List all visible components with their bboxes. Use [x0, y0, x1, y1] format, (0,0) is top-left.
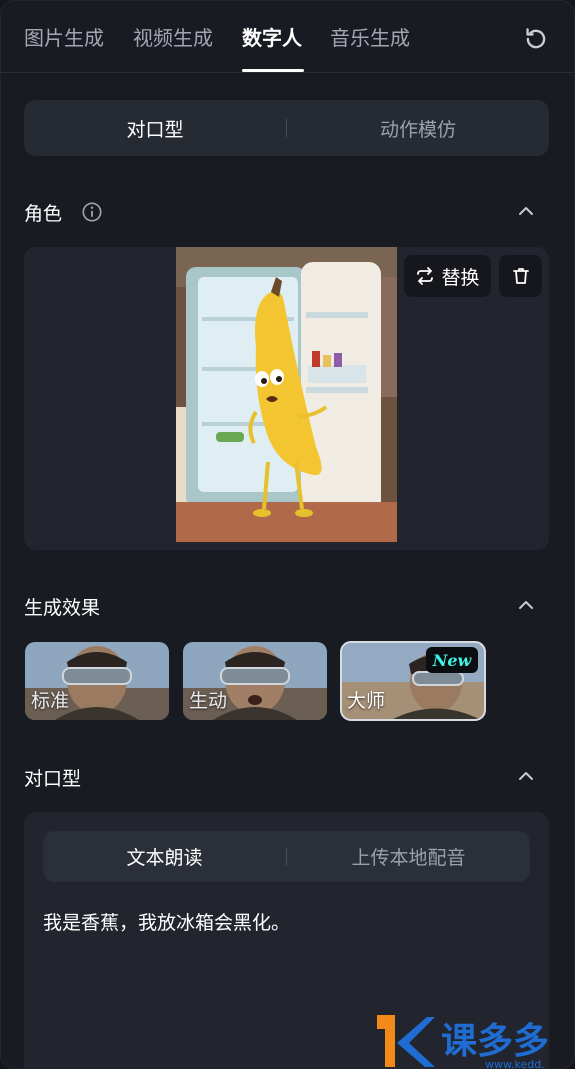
tab-image-generation[interactable]: 图片生成	[24, 23, 104, 53]
top-nav: 图片生成 视频生成 数字人 音乐生成	[1, 1, 574, 73]
chevron-up-icon[interactable]	[516, 595, 536, 615]
tab-video-generation[interactable]: 视频生成	[133, 23, 213, 53]
delete-button[interactable]	[499, 255, 542, 297]
effect-label: 生动	[189, 690, 228, 712]
mode-motion-imitation[interactable]: 动作模仿	[287, 100, 549, 156]
section-title-lipsync: 对口型	[24, 768, 82, 790]
tab-digital-human[interactable]: 数字人	[242, 23, 302, 53]
character-image	[176, 247, 397, 542]
lipsync-text-input[interactable]: 我是香蕉，我放冰箱会黑化。	[43, 908, 290, 935]
info-icon[interactable]	[81, 201, 103, 223]
effect-label: 标准	[31, 690, 70, 712]
effect-label: 大师	[347, 690, 386, 712]
tab-text-read[interactable]: 文本朗读	[43, 831, 286, 882]
new-badge: New	[426, 647, 478, 673]
mode-switch: 对口型 动作模仿	[24, 100, 549, 156]
section-title-character: 角色	[24, 203, 63, 225]
watermark-logo: 课多多 www.kedd.	[377, 1015, 549, 1069]
swap-icon	[417, 267, 434, 285]
watermark-url: www.kedd.	[485, 1058, 545, 1069]
effect-option-standard[interactable]: 标准	[25, 642, 169, 720]
refresh-icon[interactable]	[523, 26, 549, 52]
active-tab-indicator	[242, 69, 304, 72]
mode-lipsync[interactable]: 对口型	[24, 100, 286, 156]
digital-human-panel: 图片生成 视频生成 数字人 音乐生成 对口型 动作模仿 角色 替换 生成效果 标…	[0, 0, 575, 1069]
section-title-effect: 生成效果	[24, 597, 101, 619]
tab-music-generation[interactable]: 音乐生成	[330, 23, 410, 53]
replace-label: 替换	[441, 266, 480, 289]
chevron-up-icon[interactable]	[516, 201, 536, 221]
lipsync-source-switch: 文本朗读 上传本地配音	[43, 831, 530, 882]
watermark-brand: 课多多	[441, 1021, 549, 1062]
trash-icon	[512, 268, 529, 284]
effect-option-master[interactable]: New 大师	[340, 641, 486, 721]
tab-upload-audio[interactable]: 上传本地配音	[287, 831, 530, 882]
replace-button[interactable]: 替换	[404, 255, 491, 297]
character-card: 替换	[24, 247, 549, 550]
effect-option-vivid[interactable]: 生动	[183, 642, 327, 720]
chevron-up-icon[interactable]	[516, 766, 536, 786]
